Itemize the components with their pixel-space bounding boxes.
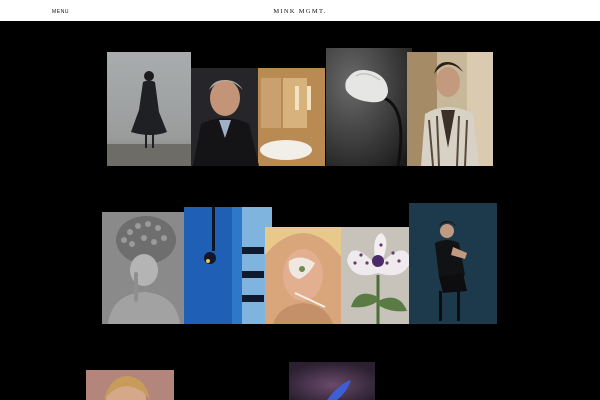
tile-knit-hat-portrait[interactable] [102,212,184,324]
photo-icon [341,227,416,324]
photo-icon [409,203,497,324]
tile-tulip[interactable] [326,48,412,166]
tile-blue-architecture[interactable] [184,207,272,324]
brand-logo[interactable]: MINK MGMT. [0,8,600,15]
tile-young-man-jacket[interactable] [407,52,493,166]
photo-icon [191,68,325,166]
photo-icon [102,212,184,324]
tile-seated-woman[interactable] [409,203,497,324]
photo-icon [107,52,191,166]
photo-icon [407,52,493,166]
photo-icon [184,207,272,324]
tile-blurred-partial[interactable] [289,362,375,400]
tile-woman-face-flower[interactable] [265,227,341,324]
photo-icon [265,227,341,324]
photo-icon [326,48,412,166]
tile-man-restaurant[interactable] [191,68,325,166]
site-header: MENU MINK MGMT. [0,0,600,21]
photo-icon [289,362,375,400]
tile-spotted-lily[interactable] [341,227,416,324]
tile-figure-in-fog[interactable] [107,52,191,166]
photo-icon [86,370,174,400]
tile-blonde-portrait-partial[interactable] [86,370,174,400]
